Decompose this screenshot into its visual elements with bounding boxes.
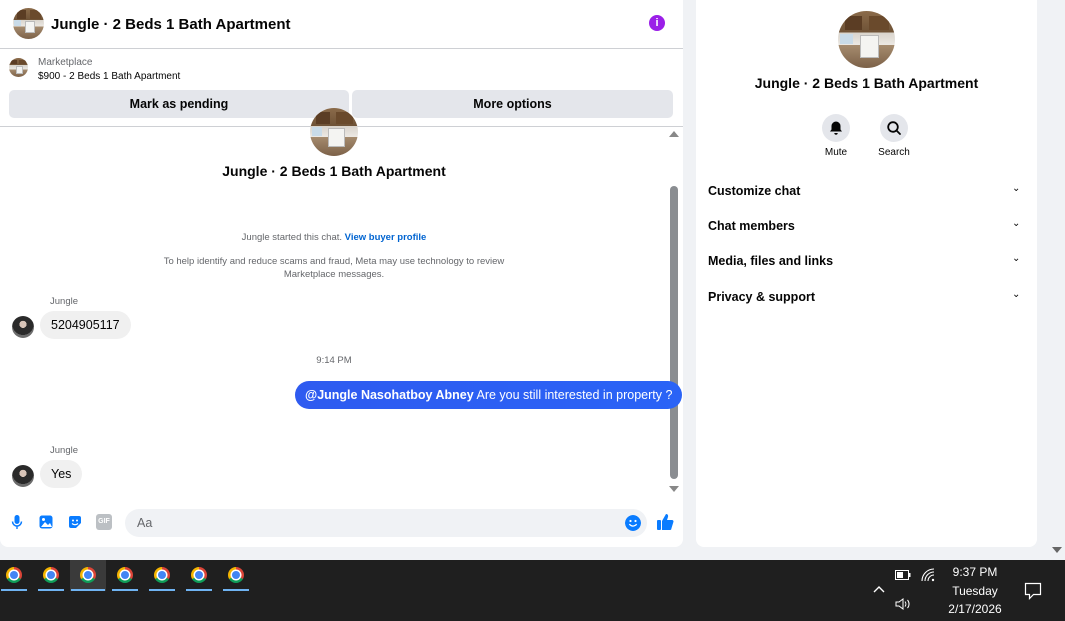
notifications-icon[interactable] (1024, 582, 1042, 600)
taskbar-chrome-app[interactable] (222, 560, 250, 591)
listing-source: Marketplace (38, 57, 93, 68)
mark-as-pending-button[interactable]: Mark as pending (9, 90, 349, 118)
wifi-icon[interactable] (921, 568, 936, 582)
listing-price-title[interactable]: $900 - 2 Beds 1 Bath Apartment (38, 71, 180, 82)
chat-header: Jungle · 2 Beds 1 Bath Apartment i (0, 0, 683, 49)
chevron-down-icon: ⌄ (1012, 253, 1021, 264)
section-label: Privacy & support (708, 290, 815, 304)
battery-icon[interactable] (895, 570, 911, 580)
view-buyer-profile-link[interactable]: View buyer profile (345, 232, 427, 243)
listing-thumbnail[interactable] (9, 58, 28, 77)
search-button[interactable] (880, 114, 908, 142)
chrome-icon (154, 567, 170, 583)
page-scroll-down-icon[interactable] (1052, 547, 1062, 553)
volume-icon[interactable] (895, 598, 911, 610)
chevron-down-icon: ⌄ (1012, 183, 1021, 194)
conversation-avatar (310, 108, 358, 156)
incoming-message[interactable]: 5204905117 (40, 311, 131, 339)
more-options-button[interactable]: More options (352, 90, 673, 118)
show-hidden-icons-chevron-icon[interactable] (872, 584, 886, 594)
incoming-message[interactable]: Yes (40, 460, 83, 488)
sender-name: Jungle (50, 445, 78, 456)
mute-button[interactable] (822, 114, 850, 142)
taskbar-chrome-app[interactable] (185, 560, 213, 591)
taskbar-chrome-app[interactable] (111, 560, 139, 591)
clock-day[interactable]: Tuesday (935, 584, 1015, 598)
search-icon (887, 121, 901, 135)
chevron-down-icon: ⌄ (1012, 218, 1021, 229)
chat-panel: Jungle · 2 Beds 1 Bath Apartment i Marke… (0, 0, 683, 547)
outgoing-message-text: Are you still interested in property ? (473, 388, 673, 402)
taskbar-chrome-app-active[interactable] (70, 560, 106, 591)
mute-label: Mute (824, 147, 848, 158)
customize-chat-section[interactable]: Customize chat ⌄ (696, 177, 1037, 207)
taskbar-chrome-app[interactable] (0, 560, 28, 591)
mention[interactable]: @Jungle Nasohatboy Abney (305, 388, 474, 402)
section-label: Media, files and links (708, 254, 834, 268)
scroll-up-arrow-icon[interactable] (669, 131, 679, 137)
sender-avatar[interactable] (12, 465, 34, 487)
clock-time[interactable]: 9:37 PM (935, 565, 1015, 579)
taskbar: 9:37 PM Tuesday 2/17/2026 (0, 560, 1065, 621)
chat-started-text: Jungle started this chat. (241, 232, 345, 243)
chat-details-panel: Jungle · 2 Beds 1 Bath Apartment Mute Se… (696, 0, 1037, 547)
microphone-icon[interactable] (9, 514, 25, 530)
search-label: Search (878, 147, 910, 158)
chevron-down-icon: ⌄ (1012, 289, 1021, 300)
chrome-icon (191, 567, 207, 583)
section-label: Chat members (708, 219, 795, 233)
taskbar-chrome-app[interactable] (148, 560, 176, 591)
chrome-icon (6, 567, 22, 583)
privacy-support-section[interactable]: Privacy & support ⌄ (696, 283, 1037, 313)
chrome-icon (228, 567, 244, 583)
listing-avatar[interactable] (13, 8, 44, 39)
message-timestamp: 9:14 PM (316, 355, 352, 366)
conversation-name: Jungle · 2 Beds 1 Bath Apartment (222, 163, 446, 179)
details-avatar (838, 11, 895, 68)
clock-date[interactable]: 2/17/2026 (935, 602, 1015, 616)
sender-name: Jungle (50, 296, 78, 307)
message-scrollbar[interactable] (670, 186, 678, 479)
photo-icon[interactable] (38, 514, 54, 530)
sticker-icon[interactable] (67, 514, 83, 530)
info-icon[interactable]: i (649, 15, 665, 31)
details-title: Jungle · 2 Beds 1 Bath Apartment (754, 75, 979, 91)
thumbs-up-icon[interactable] (656, 513, 674, 531)
taskbar-chrome-app[interactable] (37, 560, 65, 591)
chrome-icon (117, 567, 133, 583)
chat-started-notice: Jungle started this chat. View buyer pro… (0, 232, 668, 243)
gif-icon[interactable]: GIF (96, 514, 112, 530)
safety-notice: To help identify and reduce scams and fr… (163, 256, 505, 280)
section-label: Customize chat (708, 184, 801, 198)
scroll-down-arrow-icon[interactable] (669, 486, 679, 492)
media-files-links-section[interactable]: Media, files and links ⌄ (696, 247, 1037, 277)
bell-icon (830, 121, 842, 135)
chat-title[interactable]: Jungle · 2 Beds 1 Bath Apartment (51, 16, 291, 33)
sender-avatar[interactable] (12, 316, 34, 338)
outgoing-message[interactable]: @Jungle Nasohatboy Abney Are you still i… (295, 381, 683, 409)
emoji-icon[interactable] (625, 515, 641, 531)
chrome-icon (80, 567, 96, 583)
message-input[interactable] (125, 509, 647, 537)
chat-members-section[interactable]: Chat members ⌄ (696, 212, 1037, 242)
chrome-icon (43, 567, 59, 583)
